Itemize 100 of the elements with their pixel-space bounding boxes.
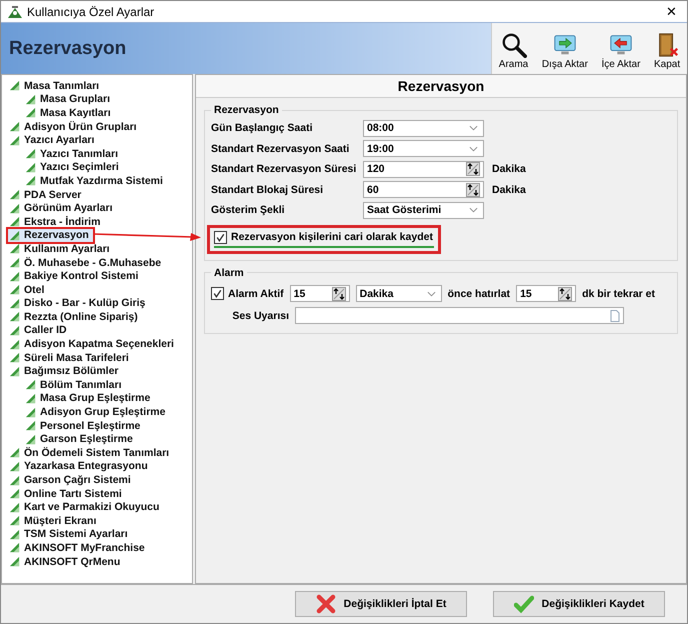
triangle-icon [9,542,20,554]
dropdown[interactable]: Saat Gösterimi [363,202,484,219]
triangle-icon [9,447,20,458]
number-field[interactable]: 60 [363,181,484,198]
triangle-icon [9,243,20,254]
tree-label: Kullanım Ayarları [24,242,110,255]
triangle-icon [25,406,36,418]
field-label: Gün Başlangıç Saati [211,122,314,134]
document-icon [610,310,620,322]
triangle-icon [9,298,20,309]
triangle-icon [9,338,20,350]
triangle-icon [9,230,20,241]
tree-label: Ön Ödemeli Sistem Tanımları [24,446,170,459]
triangle-icon [25,420,36,432]
tree-label: Adisyon Ürün Grupları [24,120,137,133]
number-field[interactable]: 15 [290,285,350,302]
triangle-icon [9,488,20,500]
tree-label: Masa Tanımları [24,80,100,92]
tree-label: Kart ve Parmakizi Okuyucu [24,501,160,514]
triangle-icon [25,379,36,390]
triangle-icon [9,216,20,228]
spinner-icon [558,286,572,300]
tree-label: Yazarkasa Entegrasyonu [24,460,148,472]
number-field[interactable]: 15 [516,285,576,302]
tree-label: Süreli Masa Tarifeleri [24,352,129,364]
triangle-icon [25,107,36,118]
group-title: Alarm [213,266,245,278]
triangle-icon [25,175,36,186]
tree-label: Garson Çağrı Sistemi [24,474,131,486]
field-label: Standart Blokaj Süresi [211,184,324,196]
close-button[interactable]: ✕ [662,4,681,19]
tree-label: Masa Grupları [40,93,110,106]
triangle-icon [25,392,36,404]
tree-label: Bölüm Tanımları [40,378,122,391]
file-field[interactable] [295,307,624,324]
tree-label: Ekstra - İndirim [24,216,100,228]
unit-label: Dakika [492,184,526,196]
tree-label: Disko - Bar - Kulüp Giriş [24,297,146,310]
tree-label: Bağımsız Bölümler [24,365,119,378]
triangle-icon [9,460,20,472]
tree-label: PDA Server [24,188,82,201]
tree-label: Caller ID [24,324,67,336]
tree-label: Online Tartı Sistemi [24,488,122,500]
dropdown[interactable]: 08:00 [363,120,484,137]
tree-label: Görünüm Ayarları [24,202,112,214]
triangle-icon [25,434,36,445]
toolbar-button[interactable]: Dışa Aktar [540,32,590,70]
triangle-icon [9,189,20,200]
number-field[interactable]: 120 [363,160,484,178]
tree-label: Masa Grup Eşleştirme [40,392,150,404]
dropdown[interactable]: Dakika [356,285,442,302]
dropdown[interactable]: 19:00 [363,140,484,158]
triangle-icon [9,270,20,282]
tree-label: Rezzta (Online Sipariş) [24,310,138,323]
field-label: dk bir tekrar et [582,288,656,300]
triangle-icon [9,502,20,513]
tree-label: Masa Kayıtları [40,106,111,119]
page-heading: Rezervasyon [9,38,126,60]
tree-label: Adisyon Kapatma Seçenekleri [24,338,174,350]
triangle-icon [9,311,20,322]
field-label: Gösterim Şekli [211,204,286,216]
chevron-icon [469,207,478,214]
tree-label: AKINSOFT MyFranchise [24,542,145,554]
tree-label: Ö. Muhasebe - G.Muhasebe [24,256,162,269]
checkbox[interactable]: Alarm Aktif [211,287,284,300]
tree-item[interactable]: Rezervasyon [6,226,95,244]
tree-label: Müşteri Ekranı [24,514,96,527]
chevron-icon [469,146,478,152]
chevron-icon [426,290,436,296]
triangle-icon [9,202,20,214]
tree-label: Garson Eşleştirme [40,433,133,446]
triangle-icon [9,134,20,146]
spinner-icon [332,286,346,300]
footer-button[interactable]: Değişiklikleri Kaydet [493,591,665,617]
toolbar-button[interactable]: Kapat [652,32,682,70]
triangle-icon [9,121,20,132]
tree-label: AKINSOFT QrMenu [24,556,120,568]
spinner-icon [466,182,480,197]
tree-label: Rezervasyon [24,229,89,242]
tree-label: Bakiye Kontrol Sistemi [24,270,138,282]
tree-label: Yazıcı Seçimleri [40,161,119,174]
tree-label: Mutfak Yazdırma Sistemi [40,174,163,187]
field-label: önce hatırlat [448,288,510,300]
triangle-icon [25,94,36,105]
check-icon [514,594,534,614]
tree-label: Yazıcı Ayarları [24,134,94,146]
tree-label: Personel Eşleştirme [40,420,140,432]
checkbox[interactable]: Rezervasyon kişilerini cari olarak kaydet [214,230,434,248]
field-label: Ses Uyarısı [231,310,289,322]
triangle-icon [9,474,20,486]
triangle-icon [25,162,36,173]
triangle-icon [9,257,20,268]
toolbar-button[interactable]: Arama [496,32,530,70]
spinner-icon [466,162,480,176]
toolbar-button[interactable]: İçe Aktar [600,32,642,70]
unit-label: Dakika [492,163,526,176]
triangle-icon [9,366,20,377]
triangle-icon [25,148,36,160]
footer-button[interactable]: Değişiklikleri İptal Et [295,591,467,617]
field-label: Standart Rezervasyon Saati [211,142,350,155]
